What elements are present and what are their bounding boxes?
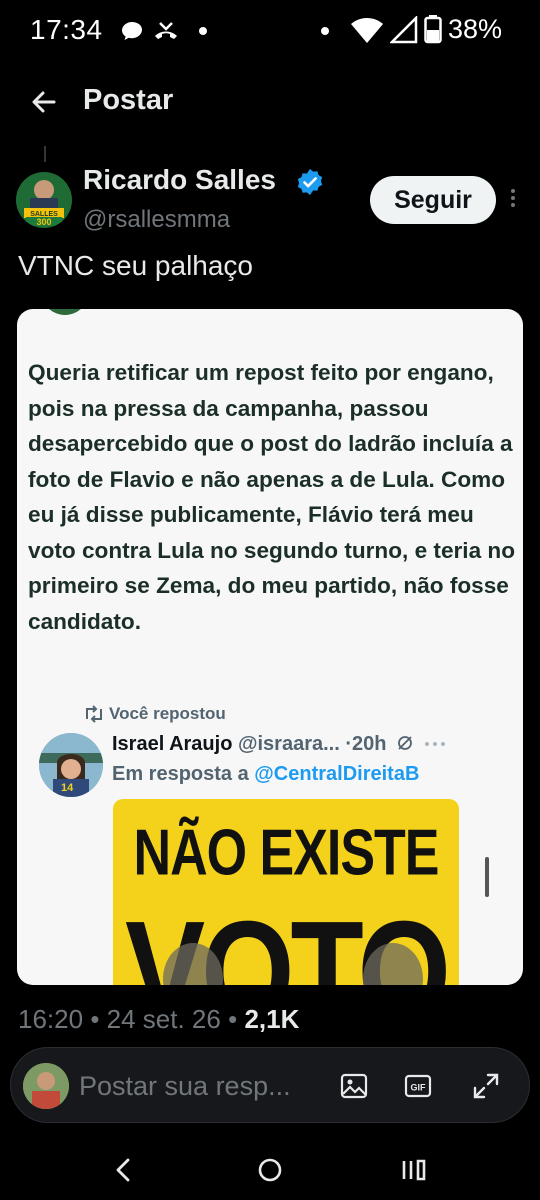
post-date: 24 set. 26 xyxy=(106,1004,221,1034)
image-scroll-indicator xyxy=(485,857,489,897)
top-bar: Postar xyxy=(0,78,540,128)
follow-button[interactable]: Seguir xyxy=(370,176,496,224)
poster-headline: NÃO EXISTE xyxy=(133,816,440,890)
reply-input[interactable] xyxy=(79,1064,329,1108)
missed-call-icon xyxy=(155,22,177,39)
inner-more-icon xyxy=(424,742,445,746)
gif-icon[interactable]: GIF xyxy=(403,1071,433,1101)
post-image[interactable]: Queria retificar um repost feito por eng… xyxy=(17,309,523,985)
inner-reply-row: Em resposta a @CentralDireitaB xyxy=(112,763,420,785)
user-avatar[interactable] xyxy=(23,1063,69,1109)
verified-badge-icon xyxy=(297,169,323,195)
post-meta: 16:20 • 24 set. 26 • 2,1K xyxy=(18,1004,300,1034)
campaign-poster: NÃO EXISTE VOTO xyxy=(113,799,459,985)
more-options-icon[interactable] xyxy=(506,186,520,214)
poster-face-right xyxy=(363,943,423,985)
image-body-text: Queria retificar um repost feito por eng… xyxy=(28,360,516,634)
svg-text:14: 14 xyxy=(61,782,74,794)
page-title: Postar xyxy=(83,84,174,116)
battery-percent: 38% xyxy=(448,14,503,44)
repost-icon xyxy=(86,705,102,723)
back-nav-icon[interactable] xyxy=(106,1152,142,1188)
inner-author-row: Israel Araujo @israara... ·20h xyxy=(112,733,446,756)
grok-icon xyxy=(398,736,412,750)
battery-icon xyxy=(424,15,442,44)
status-time: 17:34 xyxy=(30,14,103,45)
image-icon[interactable] xyxy=(339,1071,369,1101)
cropped-avatar xyxy=(41,309,89,315)
arrow-left-icon[interactable] xyxy=(28,86,60,118)
author-handle[interactable]: @rsallesmma xyxy=(83,206,230,234)
chat-bubble-icon xyxy=(122,22,142,40)
inner-mention: @CentralDireitaB xyxy=(254,763,420,785)
signal-icon xyxy=(390,16,418,44)
recents-nav-icon[interactable] xyxy=(396,1152,432,1188)
svg-text:GIF: GIF xyxy=(411,1083,427,1093)
author-name[interactable]: Ricardo Salles xyxy=(83,164,276,196)
dot-icon xyxy=(199,27,207,35)
reply-composer: GIF xyxy=(10,1047,530,1123)
author-avatar[interactable]: SALLES 300 xyxy=(16,172,72,228)
view-count[interactable]: 2,1K xyxy=(244,1004,299,1034)
svg-text:300: 300 xyxy=(36,217,51,227)
inner-author-handle: @israara... xyxy=(237,733,340,755)
inner-post-time: ·20h xyxy=(345,733,387,755)
poster-face-left xyxy=(163,943,223,985)
post-time: 16:20 xyxy=(18,1004,84,1034)
system-nav-bar xyxy=(0,1140,540,1200)
image-repost-label: Você repostou xyxy=(83,704,226,724)
home-nav-icon[interactable] xyxy=(252,1152,288,1188)
dot-icon xyxy=(321,27,329,35)
thread-connector xyxy=(44,146,46,162)
inner-avatar: 14 xyxy=(39,733,103,797)
wifi-icon xyxy=(351,18,383,43)
expand-icon[interactable] xyxy=(471,1071,501,1101)
inner-author-name: Israel Araujo xyxy=(112,733,233,755)
post-text: VTNC seu palhaço xyxy=(18,250,254,281)
status-bar: 17:34 38% xyxy=(0,0,540,62)
